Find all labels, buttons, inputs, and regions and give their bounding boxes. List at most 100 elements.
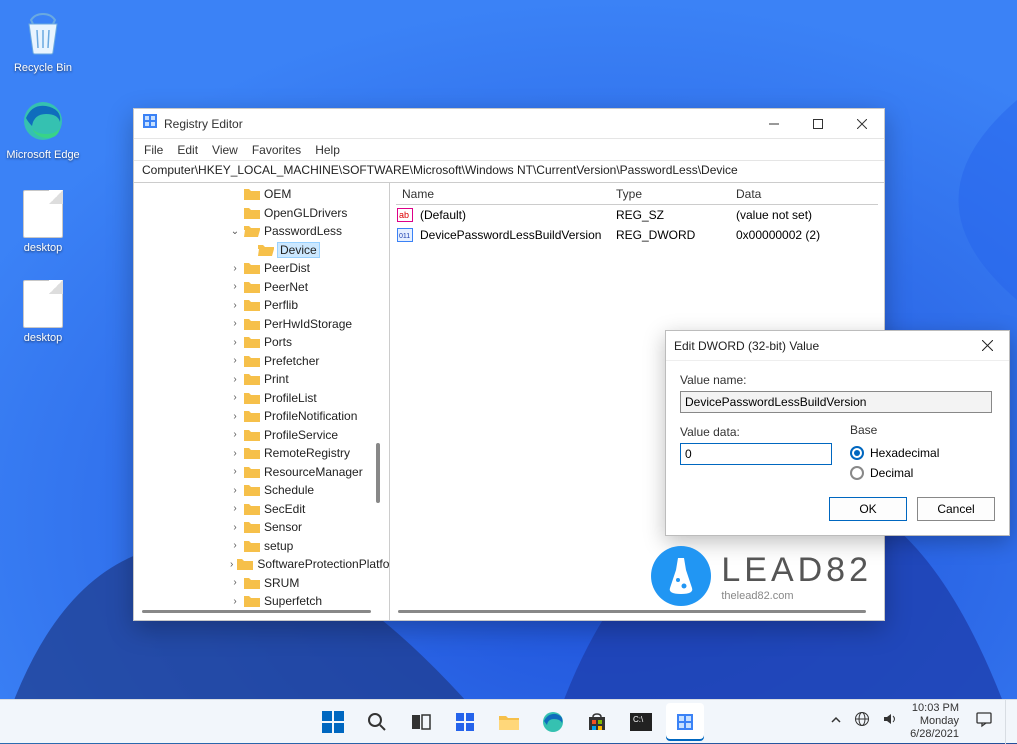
menu-edit[interactable]: Edit	[177, 143, 198, 157]
chevron-icon[interactable]: ›	[230, 485, 240, 496]
tree-node[interactable]: ›ProfileNotification	[136, 407, 389, 426]
value-row[interactable]: 011DevicePasswordLessBuildVersionREG_DWO…	[396, 225, 878, 245]
task-view-button[interactable]	[402, 703, 440, 741]
tree-node[interactable]: ›PerHwIdStorage	[136, 315, 389, 334]
minimize-button[interactable]	[752, 109, 796, 139]
chevron-icon[interactable]: ›	[230, 540, 240, 551]
radio-icon	[850, 446, 864, 460]
desktop-icon-edge[interactable]: Microsoft Edge	[3, 97, 83, 161]
volume-icon[interactable]	[882, 711, 898, 732]
value-row[interactable]: ab(Default)REG_SZ(value not set)	[396, 205, 878, 225]
value-list[interactable]: Name Type Data ab(Default)REG_SZ(value n…	[390, 183, 884, 620]
tree-hscroll[interactable]	[142, 610, 371, 613]
column-header-name[interactable]: Name	[396, 187, 616, 201]
maximize-button[interactable]	[796, 109, 840, 139]
tree-node[interactable]: ›Perflib	[136, 296, 389, 315]
tray-chevron-icon[interactable]	[830, 713, 842, 731]
tree-node[interactable]: ›Superfetch	[136, 592, 389, 611]
tree-view[interactable]: OEMOpenGLDrivers⌄PasswordLessDevice›Peer…	[134, 183, 390, 620]
chevron-icon[interactable]: ›	[230, 559, 233, 570]
menu-file[interactable]: File	[144, 143, 163, 157]
desktop-icon-file-2[interactable]: desktop	[3, 280, 83, 344]
chevron-icon[interactable]: ⌄	[230, 226, 240, 237]
tree-node[interactable]: ›Ports	[136, 333, 389, 352]
column-header-data[interactable]: Data	[736, 187, 878, 201]
dialog-close-button[interactable]	[973, 332, 1001, 360]
tree-node[interactable]: ⌄PasswordLess	[136, 222, 389, 241]
tree-node[interactable]: ›PeerNet	[136, 278, 389, 297]
folder-icon	[244, 428, 260, 442]
address-bar[interactable]: Computer\HKEY_LOCAL_MACHINE\SOFTWARE\Mic…	[134, 161, 884, 183]
tree-node-label: setup	[264, 539, 293, 553]
notifications-icon[interactable]	[975, 710, 993, 733]
network-icon[interactable]	[854, 711, 870, 732]
tree-node[interactable]: ›Sensor	[136, 518, 389, 537]
widgets-button[interactable]	[446, 703, 484, 741]
edge-taskbar-button[interactable]	[534, 703, 572, 741]
explorer-button[interactable]	[490, 703, 528, 741]
show-desktop-button[interactable]	[1005, 700, 1013, 744]
edit-dword-dialog: Edit DWORD (32-bit) Value Value name: Va…	[665, 330, 1010, 536]
chevron-icon[interactable]: ›	[230, 337, 240, 348]
window-title: Registry Editor	[164, 117, 243, 131]
value-name-field[interactable]	[680, 391, 992, 413]
chevron-icon[interactable]: ›	[230, 318, 240, 329]
chevron-icon[interactable]: ›	[230, 522, 240, 533]
list-hscroll[interactable]	[398, 610, 866, 613]
radio-hexadecimal[interactable]: Hexadecimal	[850, 443, 939, 463]
chevron-icon[interactable]: ›	[230, 596, 240, 607]
chevron-icon[interactable]: ›	[230, 448, 240, 459]
tree-node[interactable]: ›SecEdit	[136, 500, 389, 519]
folder-icon	[237, 557, 253, 571]
svg-text:C:\: C:\	[633, 715, 644, 724]
desktop-icon-recycle-bin[interactable]: Recycle Bin	[3, 10, 83, 74]
tree-node[interactable]: ›RemoteRegistry	[136, 444, 389, 463]
tree-node[interactable]: Device	[136, 241, 389, 260]
column-header-type[interactable]: Type	[616, 187, 736, 201]
chevron-icon[interactable]: ›	[230, 466, 240, 477]
tree-node-label: Print	[264, 372, 289, 386]
ok-button[interactable]: OK	[829, 497, 907, 521]
tree-node[interactable]: ›ResourceManager	[136, 463, 389, 482]
tree-vscroll[interactable]	[376, 193, 388, 596]
value-data-field[interactable]	[680, 443, 832, 465]
chevron-icon[interactable]: ›	[230, 263, 240, 274]
tree-node[interactable]: OpenGLDrivers	[136, 204, 389, 223]
menu-help[interactable]: Help	[315, 143, 340, 157]
close-button[interactable]	[840, 109, 884, 139]
chevron-icon[interactable]: ›	[230, 411, 240, 422]
terminal-button[interactable]: C:\	[622, 703, 660, 741]
clock[interactable]: 10:03 PM Monday 6/28/2021	[910, 702, 963, 741]
start-button[interactable]	[314, 703, 352, 741]
menu-favorites[interactable]: Favorites	[252, 143, 301, 157]
menu-view[interactable]: View	[212, 143, 238, 157]
radio-decimal[interactable]: Decimal	[850, 463, 939, 483]
tree-node[interactable]: ›Schedule	[136, 481, 389, 500]
tree-node[interactable]: ›Prefetcher	[136, 352, 389, 371]
chevron-icon[interactable]: ›	[230, 503, 240, 514]
tree-node[interactable]: ›SoftwareProtectionPlatform	[136, 555, 389, 574]
regedit-taskbar-button[interactable]	[666, 703, 704, 741]
folder-icon	[244, 298, 260, 312]
tree-node[interactable]: › Print	[136, 370, 389, 389]
taskbar[interactable]: C:\ 10:03 PM Monday 6/28/2021	[0, 699, 1017, 743]
tree-node[interactable]: OEM	[136, 185, 389, 204]
chevron-icon[interactable]: ›	[230, 355, 240, 366]
chevron-icon[interactable]: ›	[230, 577, 240, 588]
tree-node[interactable]: › setup	[136, 537, 389, 556]
store-button[interactable]	[578, 703, 616, 741]
chevron-icon[interactable]: ›	[230, 281, 240, 292]
cancel-button[interactable]: Cancel	[917, 497, 995, 521]
tree-node[interactable]: ›ProfileList	[136, 389, 389, 408]
chevron-icon[interactable]: ›	[230, 392, 240, 403]
value-name-label: Value name:	[680, 373, 995, 387]
titlebar[interactable]: Registry Editor	[134, 109, 884, 139]
desktop-icon-file-1[interactable]: desktop	[3, 190, 83, 254]
chevron-icon[interactable]: ›	[230, 374, 240, 385]
tree-node[interactable]: ›PeerDist	[136, 259, 389, 278]
search-button[interactable]	[358, 703, 396, 741]
tree-node[interactable]: ›ProfileService	[136, 426, 389, 445]
chevron-icon[interactable]: ›	[230, 429, 240, 440]
chevron-icon[interactable]: ›	[230, 300, 240, 311]
tree-node[interactable]: ›SRUM	[136, 574, 389, 593]
